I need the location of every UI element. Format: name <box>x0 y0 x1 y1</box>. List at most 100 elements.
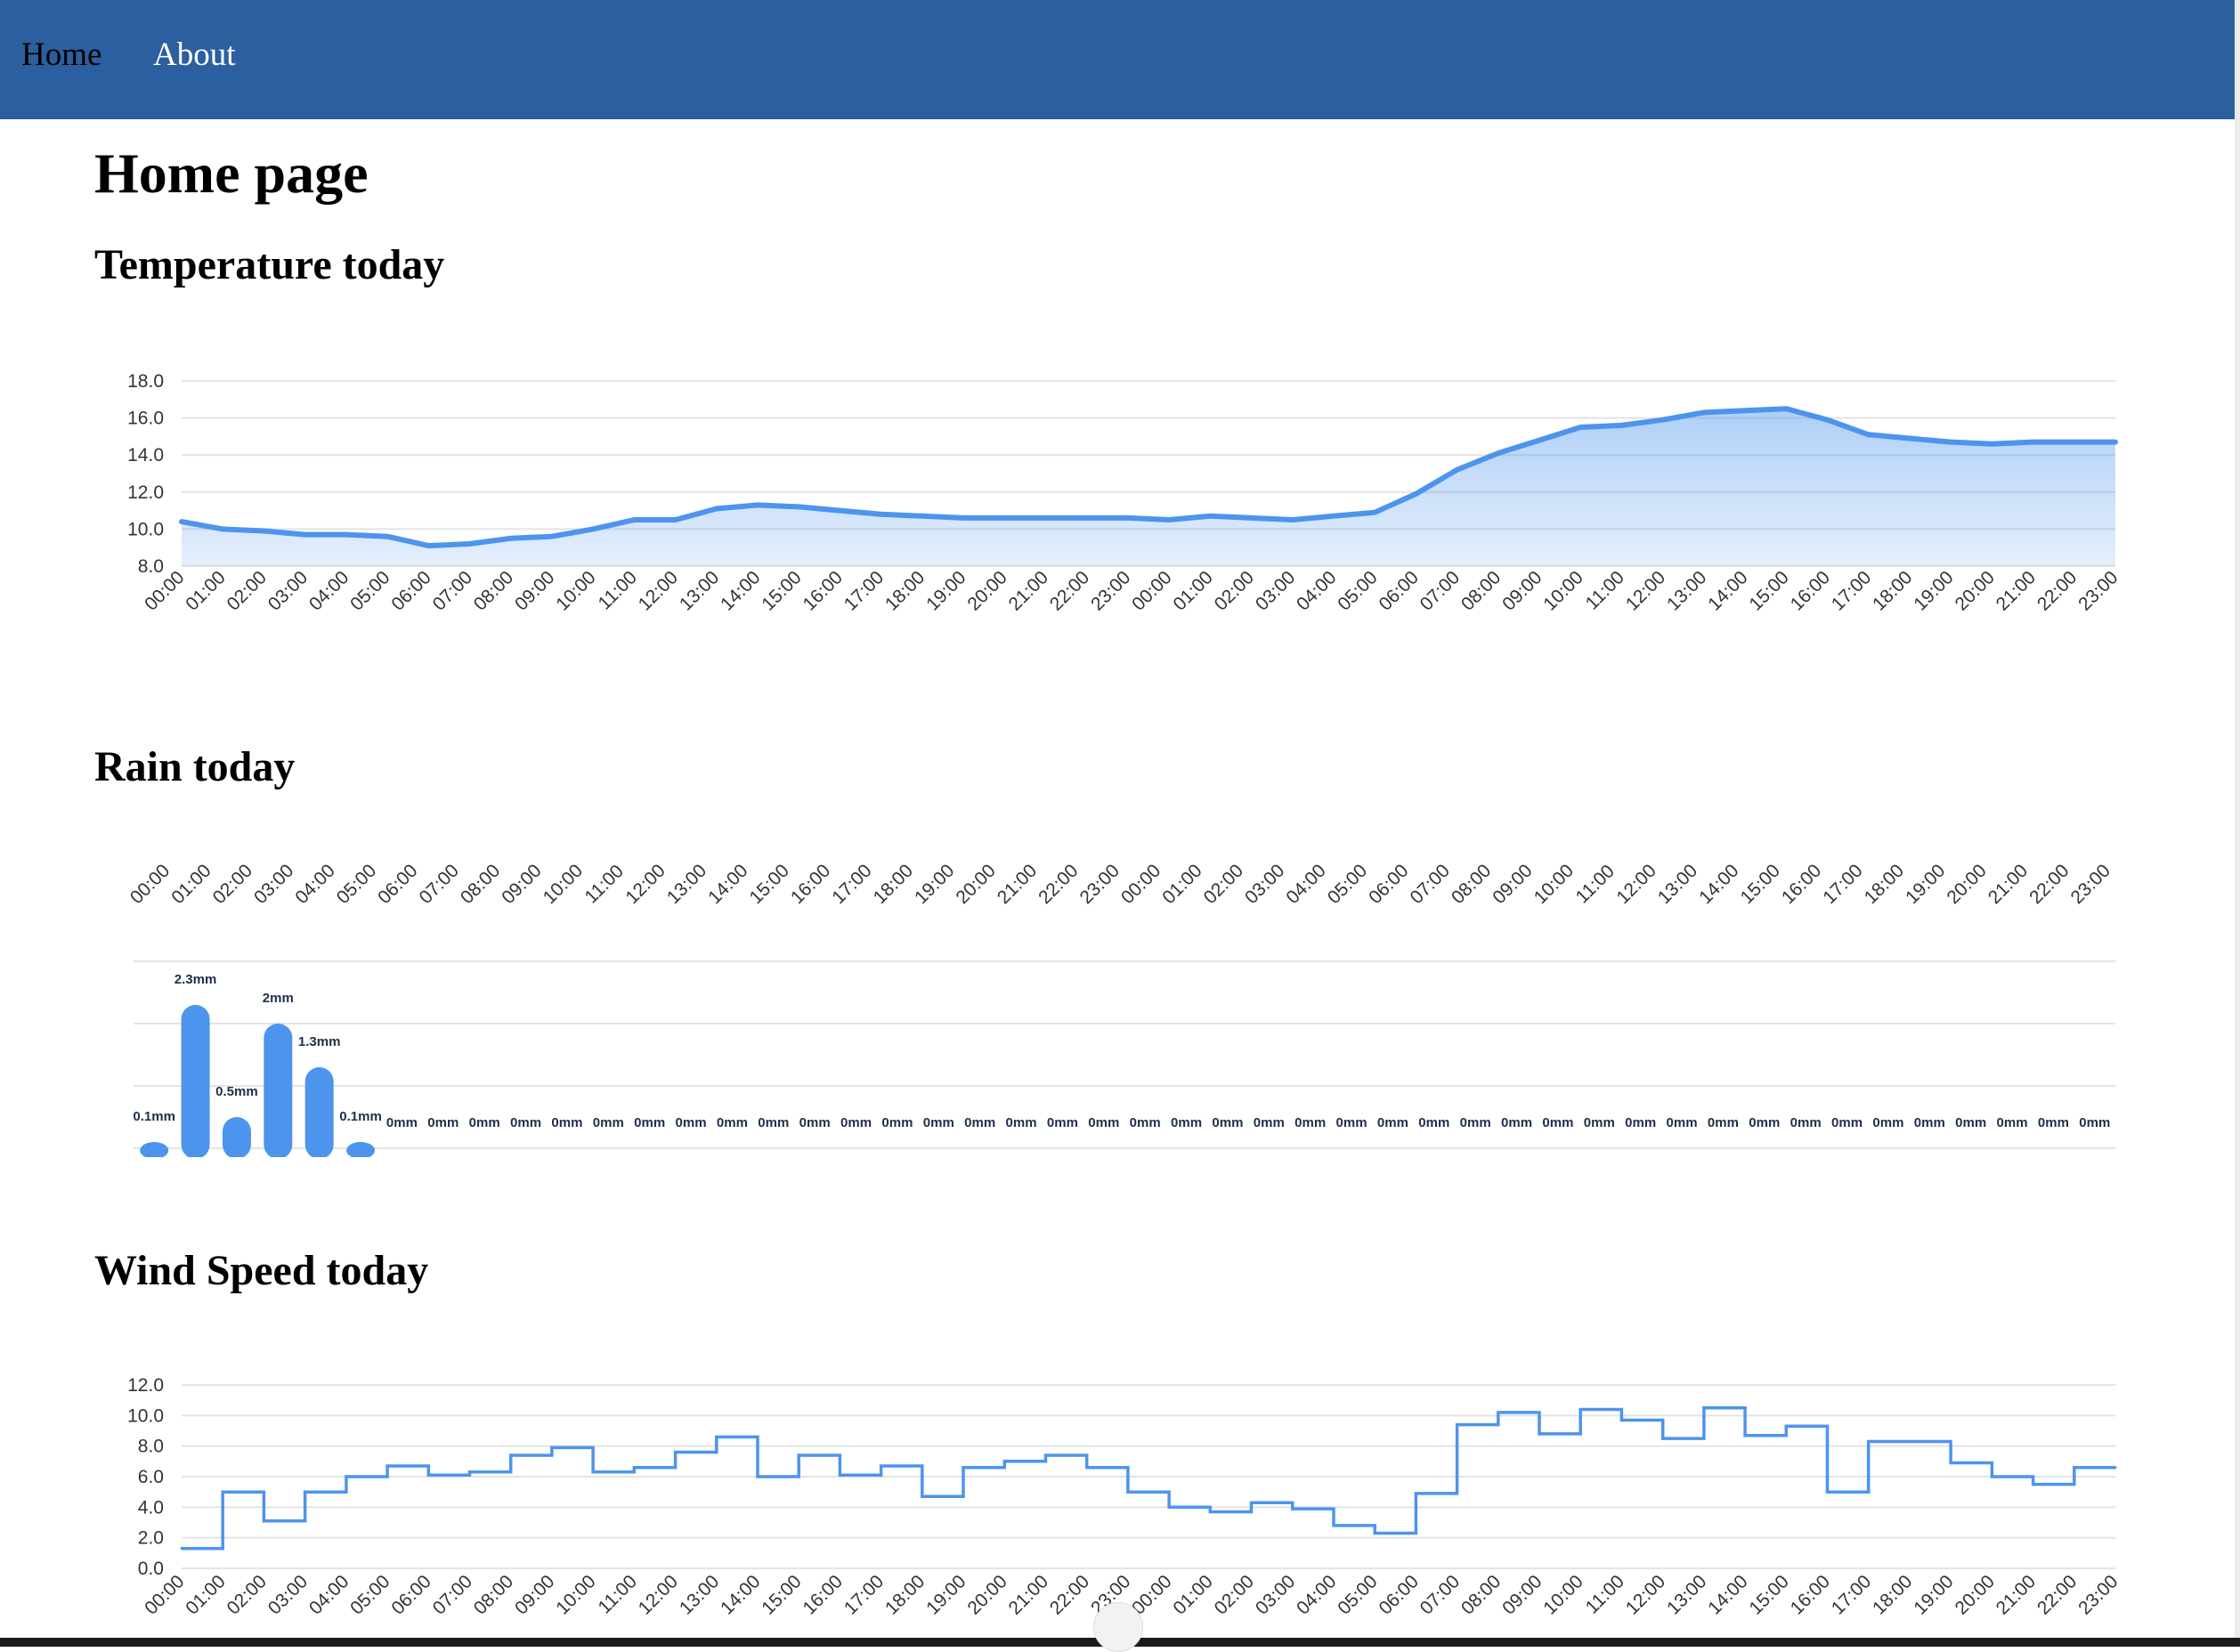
wind-speed-point <box>1208 1510 1212 1513</box>
rain-data-label: 0mm <box>799 1115 831 1130</box>
rain-heading: Rain today <box>94 743 296 790</box>
x-tick-label: 21:00 <box>1005 567 1052 614</box>
wind-speed-point <box>386 1464 389 1468</box>
temperature-point <box>1456 468 1459 472</box>
temperature-point <box>262 529 265 532</box>
x-tick-label: 04:00 <box>1282 861 1329 908</box>
wind-speed-point <box>1497 1411 1500 1414</box>
temperature-point <box>1538 439 1541 442</box>
temperature-point <box>1043 516 1047 520</box>
x-tick-label: 10:00 <box>1530 861 1578 908</box>
wind-speed-point <box>2032 1483 2035 1486</box>
scroll-handle[interactable] <box>1093 1602 1143 1652</box>
x-tick-label: 11:00 <box>595 567 641 613</box>
rain-data-label: 0mm <box>1831 1115 1863 1130</box>
temperature-point <box>221 527 224 530</box>
wind-speed-point <box>221 1490 224 1494</box>
x-tick-label: 15:00 <box>758 1571 805 1618</box>
x-tick-label: 15:00 <box>1745 567 1792 614</box>
x-tick-label: 18:00 <box>881 1571 929 1618</box>
x-tick-label: 21:00 <box>994 861 1041 908</box>
x-tick-label: 02:00 <box>223 1571 271 1618</box>
x-tick-label: 20:00 <box>1951 1571 1998 1618</box>
x-tick-label: 01:00 <box>1169 567 1216 614</box>
wind-speed-point <box>1784 1424 1788 1428</box>
x-tick-label: 01:00 <box>182 1571 229 1618</box>
temperature-point <box>1990 442 1993 446</box>
x-tick-label: 20:00 <box>963 567 1010 614</box>
nav-about-link[interactable]: About <box>153 36 236 74</box>
x-tick-label: 11:00 <box>581 861 628 907</box>
wind-speed-point <box>1949 1462 1952 1465</box>
x-tick-label: 00:00 <box>1128 567 1175 614</box>
temperature-point <box>1743 409 1747 412</box>
x-tick-label: 22:00 <box>1046 567 1093 614</box>
temperature-point <box>797 505 800 508</box>
x-tick-label: 21:00 <box>1984 861 2032 908</box>
x-tick-label: 16:00 <box>1778 861 1825 908</box>
x-tick-label: 17:00 <box>1828 1571 1875 1618</box>
rain-data-label: 0mm <box>1914 1115 1945 1130</box>
wind-speed-point <box>1990 1475 1993 1478</box>
x-tick-label: 13:00 <box>1663 1571 1710 1618</box>
x-tick-label: 05:00 <box>1334 567 1381 614</box>
x-tick-label: 19:00 <box>1902 861 1949 908</box>
wind-speed-heading: Wind Speed today <box>94 1247 429 1294</box>
y-tick-label: 12.0 <box>127 1375 164 1396</box>
x-tick-label: 17:00 <box>1828 567 1875 614</box>
wind-speed-point <box>1826 1490 1830 1494</box>
temperature-point <box>1619 424 1623 427</box>
rain-data-label: 1.3mm <box>298 1034 341 1049</box>
temperature-point <box>1250 516 1254 520</box>
rain-data-label: 0mm <box>551 1115 582 1130</box>
wind-speed-line <box>182 1406 2115 1551</box>
wind-speed-point <box>797 1454 800 1457</box>
x-tick-label: 05:00 <box>1334 1571 1381 1618</box>
x-tick-label: 11:00 <box>595 1571 641 1617</box>
rain-data-label: 0mm <box>1130 1115 1161 1130</box>
x-tick-label: 08:00 <box>470 567 517 614</box>
wind-speed-point <box>1291 1507 1294 1510</box>
wind-speed-point <box>426 1473 430 1477</box>
x-tick-label: 07:00 <box>1416 1571 1464 1618</box>
wind-speed-point <box>304 1490 307 1494</box>
y-tick-label: 8.0 <box>138 556 164 577</box>
rain-data-label: 0mm <box>1997 1115 2028 1130</box>
x-tick-label: 15:00 <box>758 567 805 614</box>
rain-data-label: 0mm <box>1749 1115 1780 1130</box>
rain-data-label: 0mm <box>1336 1115 1368 1130</box>
x-tick-label: 09:00 <box>511 1571 558 1618</box>
rain-data-label: 0mm <box>1294 1115 1326 1130</box>
x-tick-label: 09:00 <box>498 861 545 908</box>
x-tick-label: 13:00 <box>663 861 710 908</box>
temperature-point <box>715 507 718 511</box>
y-tick-label: 10.0 <box>127 519 164 539</box>
temperature-point <box>1497 451 1500 455</box>
x-tick-label: 16:00 <box>799 567 847 614</box>
temperature-point <box>1085 516 1089 520</box>
x-tick-label: 01:00 <box>1169 1571 1216 1618</box>
wind-speed-point <box>1085 1466 1089 1470</box>
x-tick-label: 02:00 <box>1211 567 1258 614</box>
temperature-point <box>2032 441 2035 444</box>
y-tick-label: 6.0 <box>138 1467 164 1487</box>
temperature-point <box>386 535 389 539</box>
rain-data-label: 0mm <box>1584 1115 1615 1130</box>
temperature-point <box>1661 418 1665 422</box>
wind-speed-point <box>1414 1492 1417 1495</box>
wind-speed-point <box>838 1473 841 1477</box>
x-tick-label: 16:00 <box>787 861 834 908</box>
nav-home-link[interactable]: Home <box>21 36 101 74</box>
x-tick-label: 09:00 <box>511 567 558 614</box>
x-tick-label: 03:00 <box>250 861 297 908</box>
x-tick-label: 04:00 <box>1293 567 1340 614</box>
x-tick-label: 19:00 <box>1910 1571 1957 1618</box>
x-tick-label: 15:00 <box>1745 1571 1792 1618</box>
rain-bar <box>140 1142 169 1157</box>
x-tick-label: 14:00 <box>704 861 751 908</box>
x-tick-label: 21:00 <box>1992 1571 2040 1618</box>
x-tick-label: 13:00 <box>1663 567 1710 614</box>
x-tick-label: 08:00 <box>457 861 504 908</box>
x-tick-label: 06:00 <box>1375 567 1422 614</box>
x-tick-label: 14:00 <box>717 567 764 614</box>
